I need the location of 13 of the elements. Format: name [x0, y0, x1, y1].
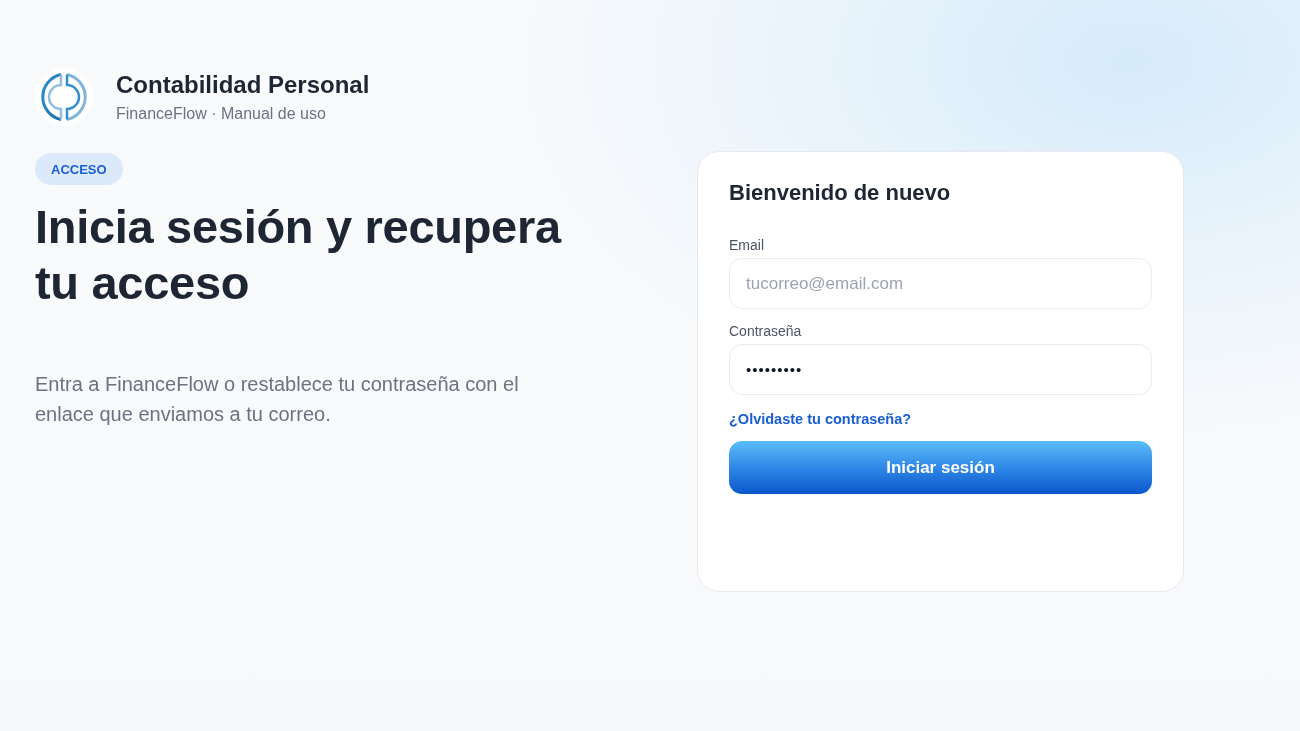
- field-label: Contraseña: [729, 323, 803, 339]
- app-title: Contabilidad Personal: [116, 71, 370, 99]
- login-button[interactable]: Iniciar sesión: [729, 441, 1152, 494]
- forgot-password-link[interactable]: ¿Olvidaste tu contraseña?: [729, 411, 912, 427]
- email-field[interactable]: tucorreo@email.com: [729, 258, 1152, 309]
- password-field[interactable]: •••••••••: [729, 344, 1152, 395]
- section-tag: ACCESO: [35, 153, 123, 185]
- field-label: Email: [729, 237, 765, 253]
- card-title: Bienvenido de nuevo: [729, 180, 952, 206]
- app-subtitle: FinanceFlow · Manual de uso: [116, 105, 327, 123]
- page-description: Entra a FinanceFlow o restablece tu contraseña con el enlace que enviamos a tu correo.: [35, 372, 520, 427]
- logo-icon: [35, 68, 93, 126]
- page-heading: Inicia sesión y recupera tu acceso: [35, 199, 563, 311]
